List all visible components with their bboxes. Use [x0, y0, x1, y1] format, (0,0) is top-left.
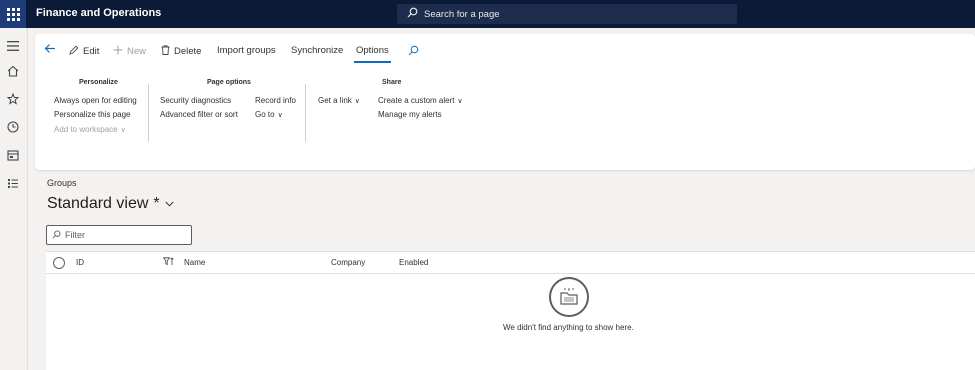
record-info-link[interactable]: Record info: [255, 96, 296, 105]
view-selector[interactable]: Standard view *: [47, 195, 174, 213]
page-title: Standard view: [47, 195, 149, 212]
breadcrumb[interactable]: Groups: [47, 178, 77, 188]
column-header-id[interactable]: ID: [76, 258, 84, 267]
edit-button[interactable]: Edit: [69, 45, 99, 58]
select-all-radio[interactable]: [53, 257, 65, 269]
synchronize-label: Synchronize: [291, 45, 344, 56]
delete-button[interactable]: Delete: [161, 45, 201, 58]
filter-input[interactable]: [65, 230, 185, 240]
delete-label: Delete: [174, 46, 202, 57]
find-button[interactable]: [408, 45, 423, 59]
app-launcher-button[interactable]: [0, 0, 26, 28]
import-groups-label: Import groups: [217, 45, 276, 56]
back-arrow-icon: [44, 44, 55, 53]
create-custom-alert-label: Create a custom alert: [378, 96, 455, 105]
add-to-workspace-label: Add to workspace: [54, 125, 118, 134]
search-icon: [407, 7, 418, 21]
group-divider: [148, 84, 149, 142]
trash-icon: [161, 45, 170, 58]
new-label: New: [127, 46, 147, 57]
home-icon[interactable]: [4, 62, 22, 80]
workspaces-icon[interactable]: [4, 146, 22, 164]
edit-label: Edit: [83, 46, 100, 57]
chevron-down-icon: [165, 199, 174, 209]
advanced-filter-sort-link[interactable]: Advanced filter or sort: [160, 110, 238, 119]
empty-state-message: We didn't find anything to show here.: [503, 323, 634, 332]
filter-sort-icon[interactable]: [162, 257, 174, 268]
get-a-link-label: Get a link: [318, 96, 352, 105]
hamburger-menu-icon[interactable]: [4, 37, 22, 55]
always-open-for-editing-link[interactable]: Always open for editing: [54, 96, 137, 105]
chevron-down-icon: ∨: [354, 98, 360, 105]
filter-field[interactable]: [46, 225, 192, 245]
personalize-group-title: Personalize: [79, 79, 118, 86]
add-to-workspace-menu[interactable]: Add to workspace ∨: [54, 125, 126, 134]
column-header-name[interactable]: Name: [184, 258, 205, 267]
empty-folder-icon: [549, 277, 589, 317]
create-custom-alert-menu[interactable]: Create a custom alert ∨: [378, 96, 463, 105]
favorites-star-icon[interactable]: [4, 90, 22, 108]
modified-marker: *: [153, 195, 160, 212]
page-options-group-title: Page options: [207, 79, 251, 86]
go-to-label: Go to: [255, 110, 275, 119]
app-title[interactable]: Finance and Operations: [36, 7, 161, 19]
search-icon: [52, 230, 61, 241]
group-divider: [305, 84, 306, 142]
personalize-this-page-link[interactable]: Personalize this page: [54, 110, 131, 119]
tab-options[interactable]: Options: [356, 45, 389, 56]
chevron-down-icon: ∨: [120, 127, 126, 134]
recent-clock-icon[interactable]: [4, 118, 22, 136]
synchronize-button[interactable]: Synchronize: [291, 45, 343, 56]
pencil-icon: [69, 45, 79, 58]
new-button[interactable]: New: [113, 45, 146, 58]
chevron-down-icon: ∨: [277, 112, 283, 119]
back-button[interactable]: [44, 42, 56, 57]
options-tab-label: Options: [356, 45, 389, 56]
chevron-down-icon: ∨: [457, 98, 463, 105]
import-groups-button[interactable]: Import groups: [217, 45, 276, 56]
manage-my-alerts-link[interactable]: Manage my alerts: [378, 110, 442, 119]
column-header-enabled[interactable]: Enabled: [399, 258, 428, 267]
search-icon: [408, 45, 419, 59]
column-header-company[interactable]: Company: [331, 258, 365, 267]
modules-list-icon[interactable]: [4, 174, 22, 192]
share-group-title: Share: [382, 79, 402, 86]
top-nav-bar: Finance and Operations Search for a page: [0, 0, 975, 28]
page-search-box[interactable]: Search for a page: [397, 4, 737, 24]
get-a-link-menu[interactable]: Get a link ∨: [318, 96, 360, 105]
go-to-menu[interactable]: Go to ∨: [255, 110, 283, 119]
plus-icon: [113, 45, 123, 58]
grid-header-row: ID Name Company Enabled: [46, 252, 975, 274]
waffle-icon: [6, 7, 20, 21]
left-nav-rail: [0, 28, 28, 370]
action-pane: Edit New Delete Import groups Synchroniz…: [35, 34, 975, 170]
groups-grid: ID Name Company Enabled: [46, 251, 975, 370]
security-diagnostics-link[interactable]: Security diagnostics: [160, 96, 231, 105]
active-tab-indicator: [354, 61, 391, 63]
search-label: Search for a page: [424, 8, 500, 20]
